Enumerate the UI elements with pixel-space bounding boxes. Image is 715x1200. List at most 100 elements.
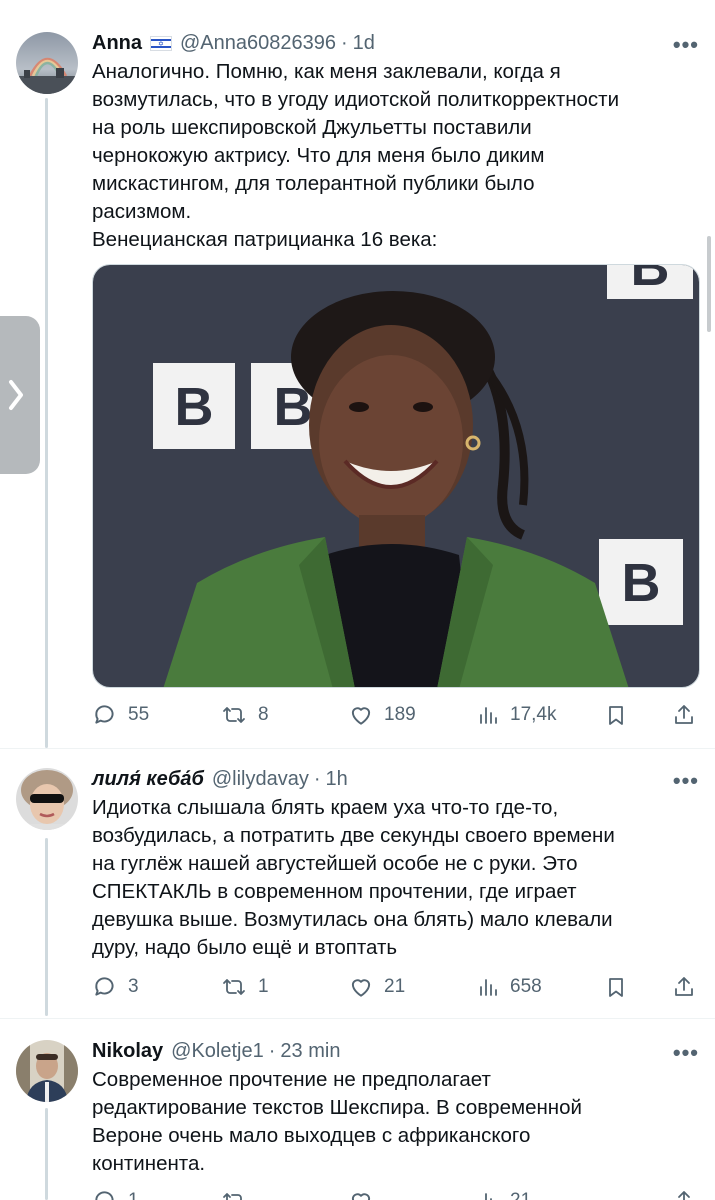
like-button[interactable]: 21 [348,972,405,1002]
separator: · [268,1039,276,1062]
reply-count: 1 [128,1190,139,1200]
view-count: 658 [510,976,542,997]
backdrop-logo-block: B [599,539,683,625]
retweet-icon [223,1193,242,1200]
display-name[interactable]: Anna [92,32,142,55]
scrollbar[interactable] [707,236,711,332]
share-button[interactable] [672,700,696,730]
tweet-text-line: континента. [92,1152,206,1175]
heart-icon [351,979,371,997]
bookmark-button[interactable] [604,700,628,730]
heart-icon [351,1193,371,1200]
share-icon [678,1191,690,1200]
backdrop-letter: B [622,553,661,613]
reply-button[interactable]: 1 [92,1186,139,1200]
timestamp[interactable]: 1h [326,768,348,791]
display-name[interactable]: лиля́ кеба́б [92,768,204,791]
tweet-text-line: редактирование текстов Шекспира. В совре… [92,1096,582,1119]
tweet-text-line: возбудилась, а потратить две секунды сво… [92,824,615,847]
tweet-text-line: Аналогично. Помню, как меня заклевали, к… [92,60,561,83]
timestamp[interactable]: 23 min [280,1040,340,1063]
avatar[interactable] [16,32,78,94]
thread-line [45,1108,48,1200]
retweet-count: 1 [258,976,269,997]
avatar[interactable] [16,1040,78,1102]
divider [0,748,715,749]
bookmark-icon [609,706,623,725]
backdrop-letter: B [631,265,670,297]
tweet-text-line: СПЕКТАКЛЬ в современном прочтении, где и… [92,880,577,903]
tweet-text-line: девушка выше. Возмутилась она блять) мал… [92,908,613,931]
tweet-text-line: дуру, надо было ещё и втоптать [92,936,398,959]
tweet-text-line: Идиотка слышала блять краем уха что-то г… [92,796,559,819]
separator: · [313,767,321,790]
retweet-button[interactable] [220,1186,248,1200]
tweet-text-line: Венецианская патрицианка 16 века: [92,228,438,251]
backdrop-letter: B [175,377,214,437]
like-button[interactable]: 189 [348,700,416,730]
like-count: 189 [384,704,416,725]
view-count: 17,4k [510,704,557,725]
view-count: 21 [510,1190,531,1200]
bar-chart-icon [480,707,497,724]
separator: · [341,31,348,54]
more-options-icon[interactable]: ••• [673,1040,699,1066]
handle[interactable]: @lilydavay [212,768,309,791]
backdrop-logo-block: B [153,363,235,449]
display-name[interactable]: Nikolay [92,1040,163,1063]
tweet-text-line: мискастингом, для толерантной публики бы… [92,172,535,195]
tweet-header: Anna ✡ @Anna60826396 · 1d [92,30,699,56]
bar-chart-icon [480,979,497,996]
views-button[interactable]: 658 [476,972,542,1002]
side-panel-tab[interactable] [0,316,40,474]
heart-icon [351,707,371,725]
share-icon [675,705,693,724]
tweet-text: Аналогично. Помню, как меня заклевали, к… [92,58,699,254]
reply-button[interactable]: 55 [92,700,149,730]
retweet-icon [223,979,245,995]
tweet-actions: 3 1 21 658 [92,972,700,1002]
retweet-icon [223,707,245,723]
handle[interactable]: @Anna60826396 [180,32,336,55]
reply-button[interactable]: 3 [92,972,139,1002]
tweet-text: Идиотка слышала блять краем уха что-то г… [92,794,699,962]
more-options-icon[interactable]: ••• [673,32,699,58]
tweet-text-line: на гуглёж нашей августейшей особе не с р… [92,852,578,875]
share-icon [675,977,693,996]
retweet-button[interactable]: 8 [220,700,269,730]
backdrop-logo-block: B [607,265,693,299]
tweet-actions: 1 21 [92,1186,700,1200]
tweet-text: Современное прочтение не предполагает ре… [92,1066,699,1178]
tweet-header: лиля́ кеба́б @lilydavay · 1h [92,766,699,792]
tweet-text-line: Современное прочтение не предполагает [92,1068,491,1091]
chevron-right-icon [9,380,23,410]
tweet-text-line: возмутилась, что в угоду идиотской полит… [92,88,620,111]
reply-icon [95,1191,114,1200]
like-button[interactable] [348,1186,374,1200]
share-button[interactable] [672,1186,696,1200]
views-button[interactable]: 21 [476,1186,531,1200]
reply-icon [95,705,114,724]
views-button[interactable]: 17,4k [476,700,556,730]
retweet-count: 8 [258,704,269,725]
like-count: 21 [384,976,406,997]
bookmark-icon [609,978,623,997]
tweet-text-line: на роль шекспировской Джульетты поставил… [92,116,532,139]
bookmark-button[interactable] [604,972,628,1002]
thread-line [45,98,48,748]
tweet-header: Nikolay @Koletje1 · 23 min [92,1038,699,1064]
tweet-photo[interactable]: B B B B [92,264,700,688]
reply-count: 55 [128,704,150,725]
retweet-button[interactable]: 1 [220,972,269,1002]
tweet-actions: 55 8 189 17,4k [92,700,700,730]
reply-count: 3 [128,976,139,997]
share-button[interactable] [672,972,696,1002]
tweet-text-line: чернокожую актрису. Что для меня было ди… [92,144,545,167]
divider [0,1018,715,1019]
more-options-icon[interactable]: ••• [673,768,699,794]
israel-flag-icon: ✡ [150,35,172,51]
handle[interactable]: @Koletje1 [171,1040,264,1063]
tweet-text-line: расизмом. [92,200,192,223]
avatar[interactable] [16,768,78,830]
timestamp[interactable]: 1d [353,32,375,55]
